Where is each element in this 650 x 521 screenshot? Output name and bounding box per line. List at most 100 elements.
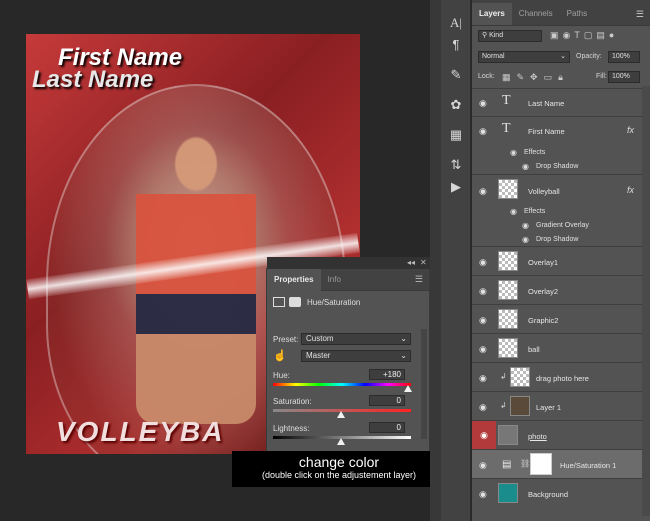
lightness-value-input[interactable]: 0 [369, 422, 405, 433]
tab-layers[interactable]: Layers [472, 3, 512, 25]
eye-icon[interactable]: ◉ [510, 148, 517, 157]
opacity-input[interactable]: 100% [608, 51, 640, 63]
saturation-value-input[interactable]: 0 [369, 395, 405, 406]
eye-icon[interactable]: ◉ [479, 186, 491, 196]
tab-paths[interactable]: Paths [560, 3, 594, 25]
play-icon[interactable]: ▶ [446, 178, 466, 196]
eye-icon[interactable]: ◉ [522, 162, 529, 171]
saturation-slider-thumb[interactable] [337, 411, 345, 418]
layer-thumbnail [498, 280, 518, 300]
lightness-slider-thumb[interactable] [337, 438, 345, 445]
blend-mode-select[interactable]: Normal ⌄ [478, 51, 570, 63]
layer-name: Volleyball [528, 187, 560, 196]
effect-drop-shadow: Drop Shadow [536, 236, 579, 243]
layer-thumbnail [510, 396, 530, 416]
layer-row[interactable]: ◉ Overlay1 [472, 246, 642, 275]
kind-filter-select[interactable]: ⚲ Kind [478, 30, 542, 42]
adjustment-icon [273, 297, 285, 307]
eye-icon[interactable]: ◉ [522, 221, 529, 230]
tab-properties[interactable]: Properties [267, 268, 321, 291]
layer-row[interactable]: ◉ T First Name fx ◉ Effects ◉ Drop Shado… [472, 116, 642, 174]
layer-thumbnail [498, 338, 518, 358]
layer-name: Overlay1 [528, 258, 559, 267]
text-layer-icon: T [502, 121, 511, 136]
layer-name: drag photo here [536, 374, 589, 383]
fill-value: 100% [612, 73, 630, 80]
eye-icon[interactable]: ◉ [479, 315, 491, 325]
layer-row[interactable]: ◉ photo [472, 420, 642, 450]
eye-icon[interactable]: ◉ [479, 344, 491, 354]
history-icon[interactable]: ⇅ [446, 156, 466, 174]
mask-thumbnail [530, 453, 552, 475]
layer-name: photo [528, 432, 547, 441]
properties-scrollbar[interactable] [421, 329, 427, 439]
hue-slider[interactable] [273, 383, 411, 386]
layer-row[interactable]: ◉ ↲ Layer 1 [472, 391, 642, 420]
layer-thumbnail [498, 179, 518, 199]
eye-icon[interactable]: ◉ [479, 373, 491, 383]
link-icon[interactable]: ⛓ [520, 459, 530, 468]
preset-value: Custom [306, 334, 334, 343]
layers-scrollbar[interactable] [642, 86, 650, 516]
layer-row[interactable]: ◉ Background [472, 478, 642, 507]
layer-row[interactable]: ◉ T Last Name [472, 88, 642, 116]
brush-icon[interactable]: ✎ [446, 66, 466, 84]
hue-slider-thumb[interactable] [404, 385, 412, 392]
blend-mode-value: Normal [482, 53, 505, 60]
hue-value-input[interactable]: +180 [369, 369, 405, 380]
effects-label: Effects [524, 149, 546, 156]
layer-name: Layer 1 [536, 403, 562, 412]
eye-icon[interactable]: ◉ [479, 257, 491, 267]
layer-thumbnail [498, 425, 518, 445]
layer-thumbnail [498, 483, 518, 503]
eye-icon[interactable]: ◉ [522, 235, 529, 244]
eye-icon[interactable]: ◉ [479, 98, 491, 108]
layers-tabs: Layers Channels Paths ☰ [472, 0, 650, 26]
layer-name: Last Name [528, 99, 565, 108]
hand-tool-icon[interactable]: ☝ [273, 349, 287, 362]
eye-icon[interactable]: ◉ [472, 421, 496, 450]
panel-menu-icon[interactable]: ☰ [636, 3, 644, 25]
callout-main-text: change color [298, 454, 380, 470]
filter-icons[interactable]: ▣◉T▢▤● [550, 30, 618, 41]
collapse-icon[interactable]: ◂◂ [407, 258, 415, 267]
effect-gradient-overlay: Gradient Overlay [536, 222, 589, 229]
clipping-arrow-icon: ↲ [500, 401, 507, 410]
paragraph-icon[interactable]: ¶ [446, 36, 466, 54]
layer-row[interactable]: ◉ ball [472, 333, 642, 362]
adjustment-layer-icon: ▤ [502, 459, 512, 470]
layer-row[interactable]: ◉ Overlay2 [472, 275, 642, 304]
fx-icon[interactable]: fx [627, 185, 634, 195]
fx-icon[interactable]: fx [627, 125, 634, 135]
lock-icons[interactable]: ▦✎✥▭🔒︎ [502, 72, 569, 83]
eye-icon[interactable]: ◉ [479, 402, 491, 412]
panel-menu-icon[interactable]: ☰ [415, 274, 423, 285]
fill-input[interactable]: 100% [608, 71, 640, 83]
layer-row-selected[interactable]: ◉ ▤ ⛓ Hue/Saturation 1 [472, 449, 642, 478]
tab-channels[interactable]: Channels [512, 3, 560, 25]
eye-icon[interactable]: ◉ [510, 207, 517, 216]
tab-info[interactable]: Info [321, 269, 348, 291]
layer-name: Background [528, 490, 569, 499]
swatches-icon[interactable]: ✿ [446, 96, 466, 114]
close-icon[interactable]: ✕ [420, 258, 427, 267]
adjustment-header: Hue/Saturation [273, 297, 360, 307]
layer-row[interactable]: ◉ ↲ drag photo here [472, 362, 642, 391]
clipping-arrow-icon: ↲ [500, 372, 507, 381]
layer-name: Overlay2 [528, 287, 559, 296]
eye-icon[interactable]: ◉ [479, 126, 491, 136]
channel-select[interactable]: Master ⌄ [301, 350, 411, 362]
eye-icon[interactable]: ◉ [479, 489, 491, 499]
chevron-down-icon: ⌄ [560, 53, 566, 60]
eye-icon[interactable]: ◉ [479, 286, 491, 296]
chevron-down-icon: ⌄ [400, 351, 407, 360]
layer-row[interactable]: ◉ Volleyball fx ◉ Effects ◉ Gradient Ove… [472, 174, 642, 246]
preset-select[interactable]: Custom ⌄ [301, 333, 411, 345]
eye-icon[interactable]: ◉ [479, 460, 491, 470]
mask-icon[interactable] [289, 297, 301, 307]
properties-panel-titlebar[interactable]: ◂◂ ✕ [267, 257, 431, 269]
layer-row[interactable]: ◉ Graphic2 [472, 304, 642, 333]
character-icon[interactable]: A| [446, 14, 466, 32]
properties-panel: ◂◂ ✕ Properties Info ☰ Hue/Saturation Pr… [266, 257, 431, 452]
grid-icon[interactable]: ▦ [446, 126, 466, 144]
